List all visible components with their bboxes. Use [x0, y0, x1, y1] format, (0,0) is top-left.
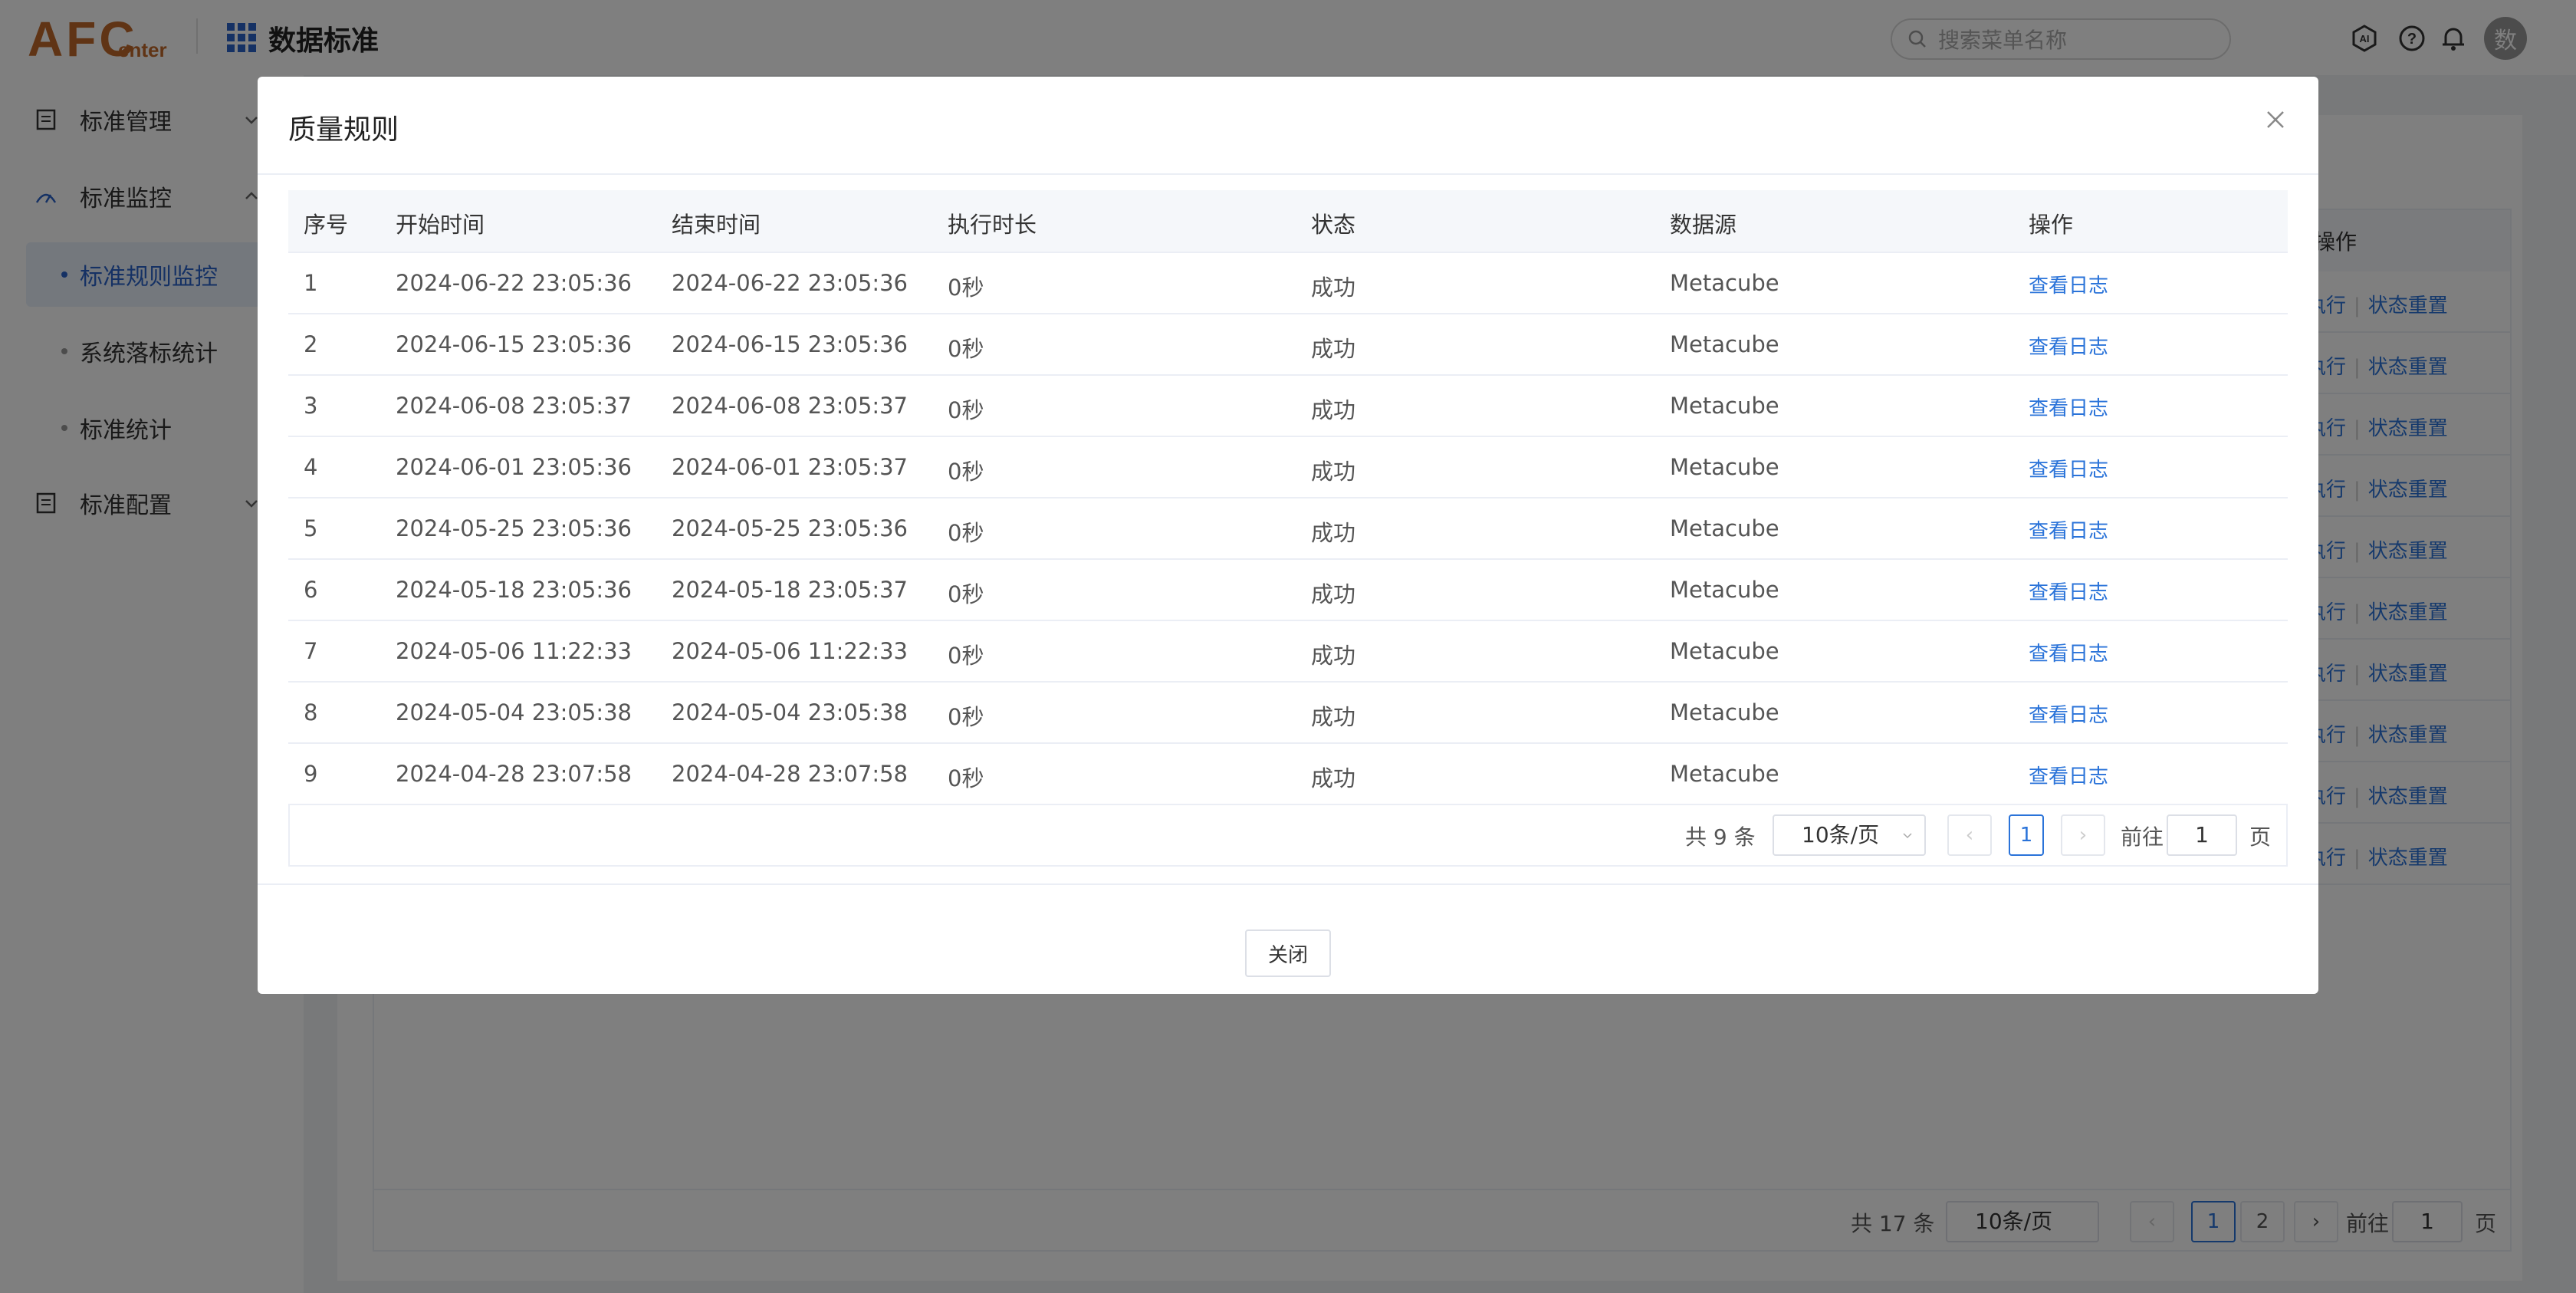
table-row: 8 2024-05-04 23:05:38 2024-05-04 23:05:38 0…	[288, 683, 2288, 744]
view-log-link[interactable]: 查看日志	[2029, 699, 2108, 728]
status: 成功	[1311, 459, 1356, 485]
end-time: 2024-06-01 23:05:37	[672, 454, 908, 480]
table-row: 2 2024-06-15 23:05:36 2024-06-15 23:05:36 0…	[288, 314, 2288, 376]
view-log-link[interactable]: 查看日志	[2029, 393, 2108, 421]
data-source: Metacube	[1670, 331, 1779, 357]
data-source: Metacube	[1670, 270, 1779, 296]
goto-label: 前往	[2121, 824, 2164, 850]
end-time: 2024-06-22 23:05:36	[672, 270, 908, 296]
row-index: 5	[304, 515, 318, 541]
table-row: 3 2024-06-08 23:05:37 2024-06-08 23:05:37 0…	[288, 376, 2288, 437]
end-time: 2024-05-25 23:05:36	[672, 515, 908, 541]
end-time: 2024-05-04 23:05:38	[672, 699, 908, 725]
close-button[interactable]: 关闭	[1245, 929, 1331, 977]
column-header: 操作	[2029, 212, 2074, 238]
start-time: 2024-04-28 23:07:58	[396, 761, 632, 787]
table-row: 4 2024-06-01 23:05:36 2024-06-01 23:05:37 0…	[288, 437, 2288, 498]
page-unit-label: 页	[2249, 824, 2272, 850]
view-log-link[interactable]: 查看日志	[2029, 454, 2108, 482]
row-index: 6	[304, 577, 318, 603]
table-row: 1 2024-06-22 23:05:36 2024-06-22 23:05:36 0…	[288, 253, 2288, 314]
data-source: Metacube	[1670, 515, 1779, 541]
duration: 0秒	[948, 765, 984, 791]
table-row: 7 2024-05-06 11:22:33 2024-05-06 11:22:33 0…	[288, 621, 2288, 683]
table-row: 5 2024-05-25 23:05:36 2024-05-25 23:05:36 0…	[288, 498, 2288, 560]
end-time: 2024-04-28 23:07:58	[672, 761, 908, 787]
table-header: 序号 开始时间 结束时间 执行时长 状态 数据源 操作	[288, 190, 2288, 253]
status: 成功	[1311, 765, 1356, 791]
duration: 0秒	[948, 336, 984, 362]
start-time: 2024-06-15 23:05:36	[396, 331, 632, 357]
start-time: 2024-06-01 23:05:36	[396, 454, 632, 480]
end-time: 2024-05-18 23:05:37	[672, 577, 908, 603]
quality-rule-dialog: 质量规则 序号 开始时间 结束时间 执行时长 状态 数据源 操作 1 2024-0…	[258, 77, 2318, 994]
data-source: Metacube	[1670, 761, 1779, 787]
data-source: Metacube	[1670, 393, 1779, 419]
start-time: 2024-05-04 23:05:38	[396, 699, 632, 725]
status: 成功	[1311, 520, 1356, 546]
prev-page-button[interactable]: ‹	[1947, 814, 1992, 856]
duration: 0秒	[948, 581, 984, 607]
column-header: 开始时间	[396, 212, 485, 238]
start-time: 2024-05-18 23:05:36	[396, 577, 632, 603]
view-log-link[interactable]: 查看日志	[2029, 270, 2108, 298]
duration: 0秒	[948, 459, 984, 485]
column-header: 状态	[1311, 212, 1356, 238]
duration: 0秒	[948, 704, 984, 730]
goto-page-input[interactable]: 1	[2167, 814, 2237, 856]
next-page-button[interactable]: ›	[2061, 814, 2105, 856]
status: 成功	[1311, 397, 1356, 423]
row-index: 3	[304, 393, 318, 419]
dialog-title: 质量规则	[288, 114, 399, 146]
status: 成功	[1311, 581, 1356, 607]
data-source: Metacube	[1670, 638, 1779, 664]
view-log-link[interactable]: 查看日志	[2029, 331, 2108, 360]
pagination-total: 共 9 条	[1685, 824, 1756, 850]
page-button-1[interactable]: 1	[2009, 814, 2044, 856]
close-icon[interactable]	[2262, 106, 2289, 133]
chevron-down-icon	[1903, 833, 1912, 839]
row-index: 1	[304, 270, 318, 296]
start-time: 2024-05-25 23:05:36	[396, 515, 632, 541]
end-time: 2024-06-15 23:05:36	[672, 331, 908, 357]
end-time: 2024-06-08 23:05:37	[672, 393, 908, 419]
duration: 0秒	[948, 275, 984, 301]
data-source: Metacube	[1670, 454, 1779, 480]
duration: 0秒	[948, 643, 984, 669]
status: 成功	[1311, 704, 1356, 730]
row-index: 2	[304, 331, 318, 357]
page-size-select[interactable]: 10条/页	[1773, 814, 1926, 856]
dialog-header-divider	[258, 173, 2318, 175]
column-header: 执行时长	[948, 212, 1037, 238]
duration: 0秒	[948, 397, 984, 423]
column-header: 结束时间	[672, 212, 761, 238]
start-time: 2024-05-06 11:22:33	[396, 638, 632, 664]
row-index: 7	[304, 638, 318, 664]
duration: 0秒	[948, 520, 984, 546]
view-log-link[interactable]: 查看日志	[2029, 761, 2108, 789]
data-source: Metacube	[1670, 699, 1779, 725]
start-time: 2024-06-08 23:05:37	[396, 393, 632, 419]
view-log-link[interactable]: 查看日志	[2029, 515, 2108, 544]
start-time: 2024-06-22 23:05:36	[396, 270, 632, 296]
row-index: 9	[304, 761, 318, 787]
dialog-footer-divider	[258, 883, 2318, 885]
row-index: 8	[304, 699, 318, 725]
status: 成功	[1311, 336, 1356, 362]
view-log-link[interactable]: 查看日志	[2029, 638, 2108, 666]
column-header: 数据源	[1670, 212, 1737, 238]
column-header: 序号	[304, 212, 349, 238]
status: 成功	[1311, 275, 1356, 301]
table-row: 6 2024-05-18 23:05:36 2024-05-18 23:05:37 0…	[288, 560, 2288, 621]
view-log-link[interactable]: 查看日志	[2029, 577, 2108, 605]
row-index: 4	[304, 454, 318, 480]
page-size-value: 10条/页	[1802, 822, 1880, 847]
table-row: 9 2024-04-28 23:07:58 2024-04-28 23:07:58 0…	[288, 744, 2288, 805]
status: 成功	[1311, 643, 1356, 669]
data-source: Metacube	[1670, 577, 1779, 603]
end-time: 2024-05-06 11:22:33	[672, 638, 908, 664]
dialog-pagination: 共 9 条 10条/页 ‹ 1 › 前往 1 页	[288, 804, 2288, 867]
